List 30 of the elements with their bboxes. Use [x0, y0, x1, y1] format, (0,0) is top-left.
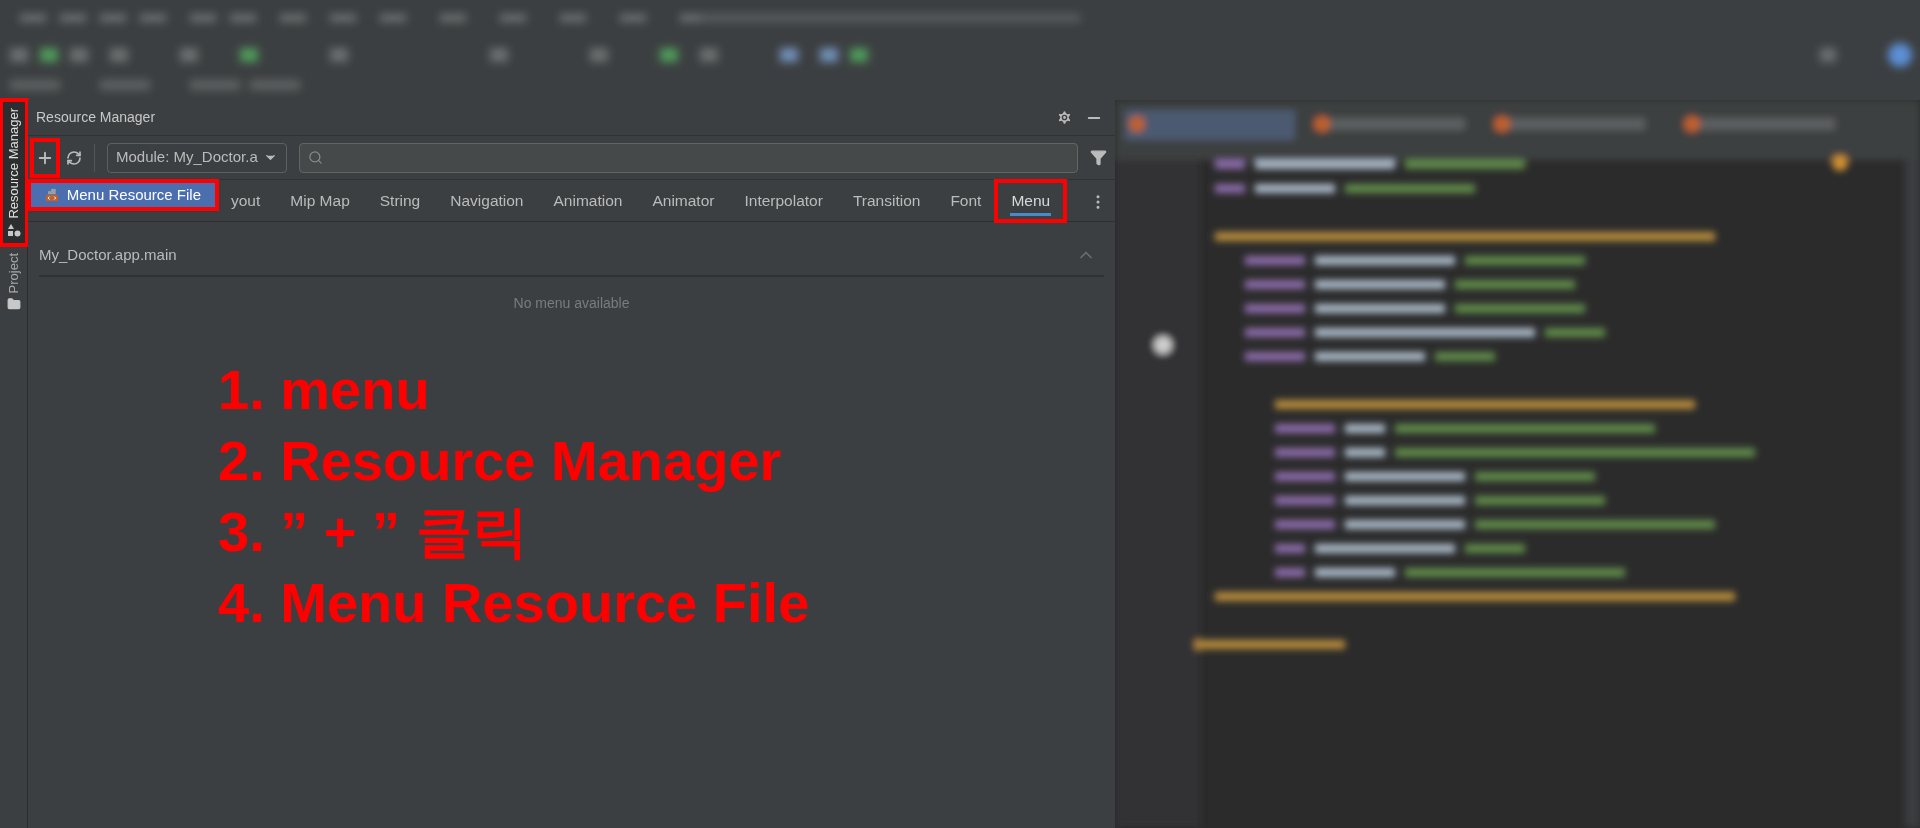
- filter-icon[interactable]: [1090, 149, 1107, 166]
- resource-tab[interactable]: Font: [935, 181, 997, 221]
- annotation-text: 1. menu: [218, 356, 431, 423]
- side-tab[interactable]: Resource Manager: [0, 100, 27, 245]
- resource-tab[interactable]: Animator: [637, 181, 730, 221]
- folder-icon: [6, 297, 21, 312]
- empty-message: No menu available: [513, 293, 630, 313]
- annotation-text: 4. Menu Resource File: [218, 569, 811, 636]
- resource-tab[interactable]: Mip Map: [275, 181, 365, 221]
- search-field[interactable]: [299, 142, 1078, 173]
- settings-icon[interactable]: [1056, 109, 1073, 126]
- resource-tab[interactable]: Menu: [996, 181, 1066, 221]
- annotation-text: 2. Resource Manager: [218, 427, 783, 494]
- annotation-text: 3. ” + ” 클릭: [218, 498, 529, 565]
- resource-tab[interactable]: Transition: [837, 181, 936, 221]
- section-title: My_Doctor.app.main: [39, 245, 177, 265]
- resource-tab[interactable]: Interpolator: [729, 181, 838, 221]
- resource-tab[interactable]: Animation: [538, 181, 638, 221]
- resource-tab[interactable]: yout: [216, 181, 276, 221]
- side-tab[interactable]: Project: [0, 244, 27, 320]
- menu-file-icon: [45, 186, 59, 204]
- shapes-icon: [6, 222, 21, 237]
- popup-menu-item[interactable]: Menu Resource File: [29, 181, 217, 209]
- resource-tab[interactable]: String: [364, 181, 436, 221]
- refresh-icon[interactable]: [66, 149, 82, 166]
- panel-title: Resource Manager: [36, 108, 156, 127]
- module-dropdown[interactable]: Module: My_Doctor.a: [107, 142, 287, 173]
- add-button[interactable]: [32, 139, 58, 176]
- resource-tab[interactable]: Navigation: [435, 181, 539, 221]
- search-icon: [308, 150, 323, 165]
